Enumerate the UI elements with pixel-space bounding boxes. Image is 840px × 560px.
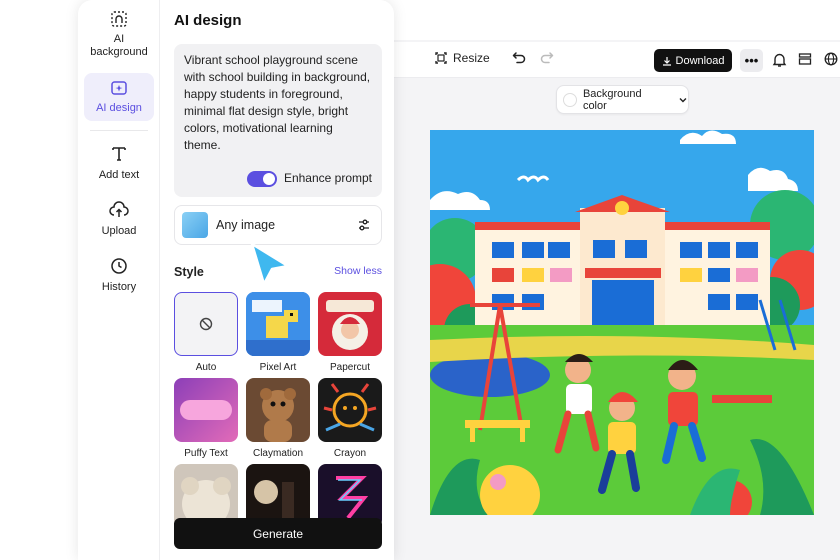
style-thumbnail: [174, 292, 238, 356]
reference-image-selector[interactable]: Any image: [174, 205, 382, 245]
style-tile-papercut[interactable]: Papercut: [318, 292, 382, 373]
cursor-pointer-icon: [250, 242, 290, 286]
text-icon: [112, 147, 126, 161]
reference-thumbnail: [182, 212, 208, 238]
rail-item-label: AI background: [90, 33, 148, 58]
download-label: Download: [675, 54, 725, 67]
upload-icon: [109, 201, 129, 217]
style-thumbnail: [318, 378, 382, 442]
prompt-textarea[interactable]: Vibrant school playground scene with sch…: [174, 44, 382, 197]
style-label: Papercut: [329, 362, 371, 373]
color-swatch: [563, 92, 577, 107]
rail-item-label: Upload: [101, 225, 137, 237]
resize-label: Resize: [453, 51, 490, 65]
download-icon: [662, 56, 671, 66]
redo-icon[interactable]: [540, 50, 554, 69]
background-color-label: Background color: [582, 87, 642, 112]
resize-icon: [435, 52, 447, 64]
ai-design-icon: [111, 81, 127, 95]
show-less-link[interactable]: Show less: [334, 265, 382, 277]
generated-image[interactable]: [430, 130, 814, 515]
style-thumbnail: [246, 378, 310, 442]
download-button[interactable]: Download: [654, 49, 732, 72]
style-label: Pixel Art: [259, 362, 297, 373]
rail-item-add-text[interactable]: Add text: [84, 145, 154, 182]
enhance-prompt-toggle-row[interactable]: Enhance prompt: [246, 170, 372, 187]
no-style-icon: [199, 317, 213, 331]
style-label: Puffy Text: [184, 448, 228, 459]
rail-item-history[interactable]: History: [84, 257, 154, 294]
rail-divider: [90, 130, 148, 131]
undo-icon[interactable]: [512, 50, 526, 69]
style-thumbnail: [174, 378, 238, 442]
more-options-button[interactable]: •••: [740, 49, 763, 72]
reference-label: Any image: [216, 218, 276, 232]
style-tile-crayon[interactable]: Crayon: [318, 378, 382, 459]
chevron-down-icon: [679, 97, 687, 102]
style-label: Crayon: [333, 448, 367, 459]
background-color-dropdown[interactable]: Background color: [556, 85, 689, 114]
style-tile-pixel-art[interactable]: Pixel Art: [246, 292, 310, 373]
layers-icon[interactable]: [798, 52, 812, 71]
style-tile-auto[interactable]: Auto: [174, 292, 238, 373]
enhance-toggle[interactable]: [246, 170, 277, 187]
bell-icon[interactable]: [772, 52, 787, 73]
app-window: Resize Download ••• Background color AI …: [0, 0, 840, 560]
prompt-text: Vibrant school playground scene with sch…: [184, 53, 371, 152]
globe-icon[interactable]: [824, 52, 838, 71]
rail-item-ai-background[interactable]: AI background: [84, 10, 154, 59]
style-heading: Style: [174, 265, 204, 279]
side-panel: AI background AI design Add text Upload …: [78, 0, 394, 560]
tool-rail: AI background AI design Add text Upload …: [78, 0, 160, 560]
style-tile-puffy-text[interactable]: Puffy Text: [174, 378, 238, 459]
rail-item-label: History: [101, 281, 137, 293]
rail-item-label: AI design: [96, 102, 142, 114]
rail-item-upload[interactable]: Upload: [84, 201, 154, 238]
clock-icon: [111, 258, 127, 274]
generate-button[interactable]: Generate: [174, 518, 382, 549]
style-label: Claymation: [252, 448, 304, 459]
style-tile-claymation[interactable]: Claymation: [246, 378, 310, 459]
rail-item-ai-design[interactable]: AI design: [84, 73, 154, 121]
enhance-label: Enhance prompt: [283, 171, 372, 185]
style-thumbnail: [246, 292, 310, 356]
resize-button[interactable]: Resize: [434, 51, 490, 65]
editor-toolbar: Resize Download •••: [394, 42, 840, 78]
style-label: Auto: [195, 362, 217, 373]
rail-item-label: Add text: [98, 169, 140, 181]
ai-background-icon: [111, 11, 127, 27]
style-thumbnail: [318, 292, 382, 356]
panel-title: AI design: [174, 12, 242, 29]
sliders-icon[interactable]: [357, 218, 371, 232]
